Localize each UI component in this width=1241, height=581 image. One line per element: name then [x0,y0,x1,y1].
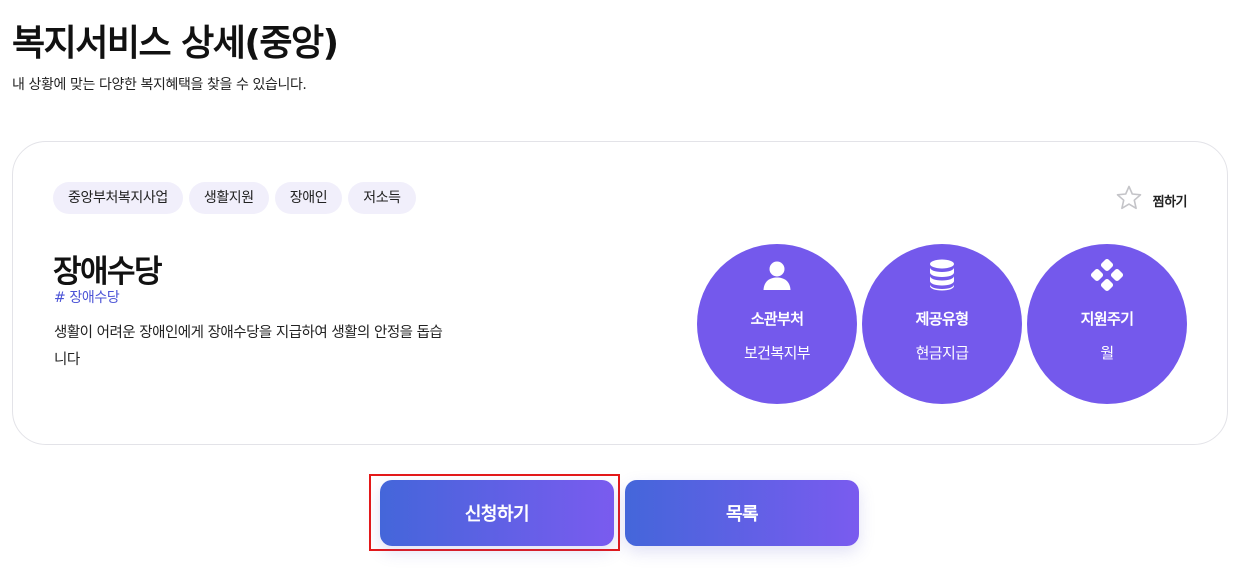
info-circles: 소관부처 보건복지부 제공유형 현금지급 지원주기 월 [697,244,1187,404]
apply-button[interactable]: 신청하기 [380,480,614,546]
info-ministry: 소관부처 보건복지부 [697,244,857,404]
tag-low-income: 저소득 [348,182,416,214]
info-provision-type: 제공유형 현금지급 [862,244,1022,404]
cycle-icon [1090,258,1124,292]
info-value: 현금지급 [915,344,969,362]
tag-list: 중앙부처복지사업 생활지원 장애인 저소득 [53,182,416,214]
tag-life-support: 생활지원 [188,182,269,214]
service-description: 생활이 어려운 장애인에게 장애수당을 지급하여 생활의 안정을 돕습니다 [54,325,443,368]
service-name: 장애수당 [53,254,163,290]
star-icon [1115,184,1143,216]
page-subtitle: 내 상황에 맞는 다양한 복지혜택을 찾을 수 있습니다. [12,77,307,93]
service-card: 중앙부처복지사업 생활지원 장애인 저소득 찜하기 장애수당 # 장애수당 생활… [12,141,1228,445]
person-icon [761,258,793,292]
info-value: 월 [1100,344,1114,362]
database-icon [929,258,955,292]
favorite-label: 찜하기 [1152,194,1188,210]
service-hashtag: # 장애수당 [54,290,120,306]
info-label: 제공유형 [915,310,969,328]
info-label: 소관부처 [750,310,804,328]
tag-disabled: 장애인 [274,182,343,214]
info-label: 지원주기 [1080,310,1134,328]
info-support-cycle: 지원주기 월 [1027,244,1187,404]
favorite-button[interactable]: 찜하기 [1115,184,1188,216]
tag-category: 중앙부처복지사업 [53,182,183,214]
page-title: 복지서비스 상세(중앙) [12,23,339,64]
info-value: 보건복지부 [743,344,811,362]
list-button[interactable]: 목록 [625,480,859,546]
